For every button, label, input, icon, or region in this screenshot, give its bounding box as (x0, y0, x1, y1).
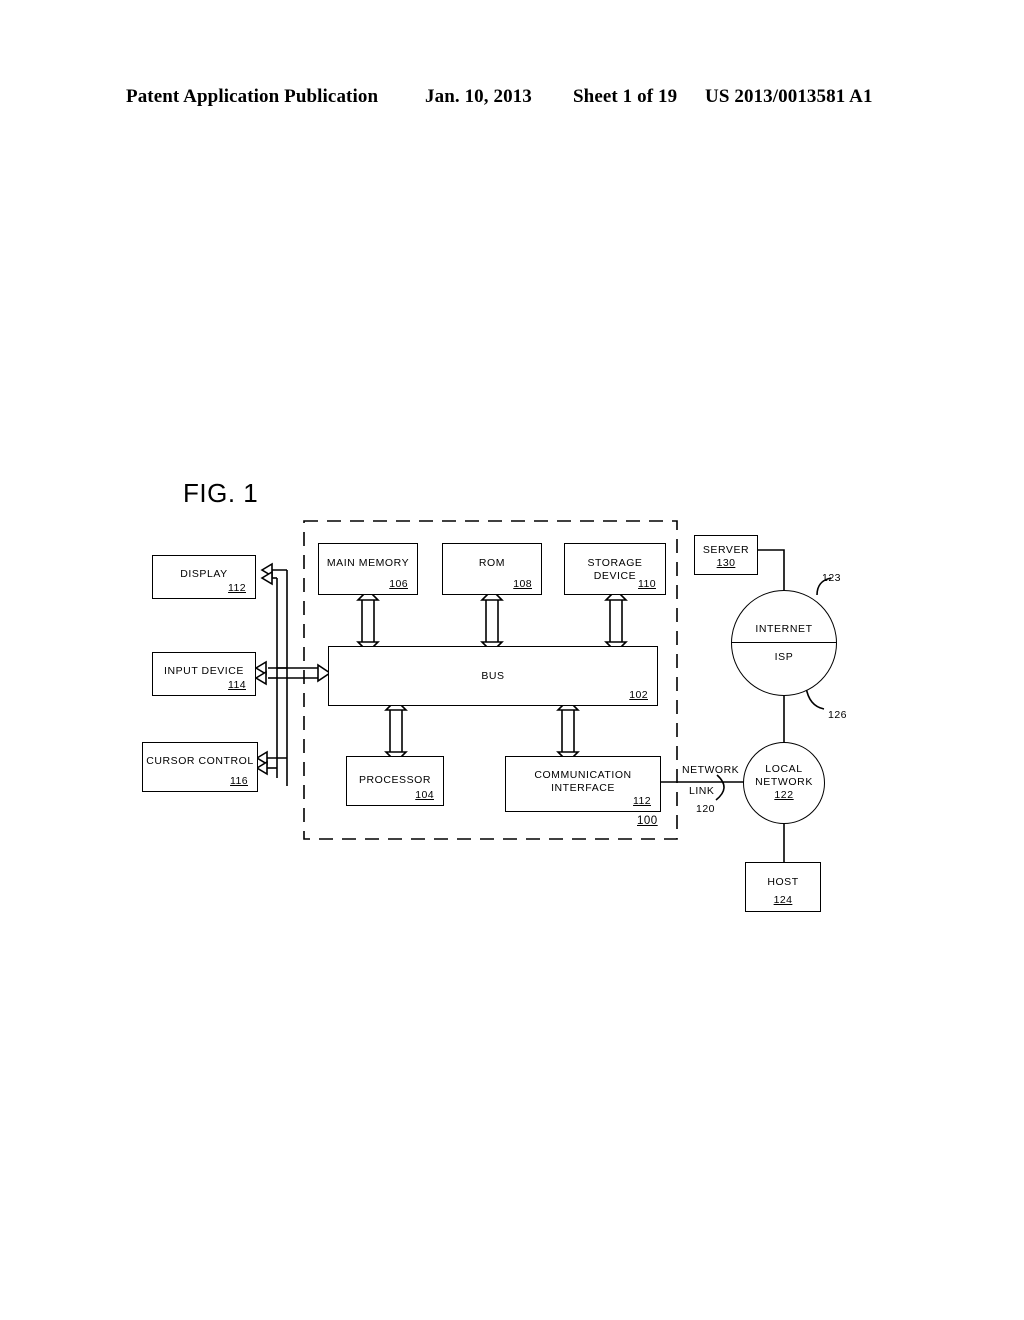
internet-ref-123: 123 (822, 572, 842, 584)
box-host: HOST 124 (745, 862, 821, 912)
box-server: SERVER 130 (694, 535, 758, 575)
box-display-ref: 112 (228, 582, 246, 594)
box-storage-device-ref: 110 (638, 578, 656, 590)
box-display: DISPLAY 112 (152, 555, 256, 599)
box-host-ref: 124 (773, 894, 793, 906)
network-link-ref-120: 120 (696, 803, 716, 815)
figure-title: FIG. 1 (183, 478, 259, 508)
box-rom: ROM 108 (442, 543, 542, 595)
box-communication-interface-label-line2: INTERFACE (551, 782, 615, 794)
box-input-device-label: INPUT DEVICE (164, 665, 244, 677)
box-processor-label: PROCESSOR (358, 774, 432, 786)
box-bus-label: BUS (481, 670, 505, 682)
box-bus: BUS 102 (328, 646, 658, 706)
box-input-device: INPUT DEVICE 114 (152, 652, 256, 696)
circle-isp-label: ISP (774, 651, 794, 663)
box-storage-device: STORAGE DEVICE 110 (564, 543, 666, 595)
internet-ref-126: 126 (828, 709, 848, 721)
system-ref-100: 100 (637, 815, 658, 827)
internet-isp-divider (732, 642, 836, 643)
network-link-label-top: NETWORK (682, 764, 740, 776)
circle-internet-isp: INTERNET ISP (731, 590, 837, 696)
box-rom-ref: 108 (513, 578, 532, 590)
box-processor-ref: 104 (415, 789, 434, 801)
circle-local-network-label-line1: LOCAL (765, 763, 803, 775)
circle-local-network: LOCAL NETWORK 122 (743, 742, 825, 824)
box-rom-label: ROM (478, 557, 506, 569)
circle-internet-label: INTERNET (755, 623, 813, 635)
network-link-label-bottom: LINK (689, 785, 715, 797)
box-cursor-control-ref: 116 (230, 775, 248, 787)
circle-local-network-label-line2: NETWORK (755, 776, 813, 788)
box-main-memory-label: MAIN MEMORY (326, 557, 410, 569)
box-communication-interface: COMMUNICATION INTERFACE 112 (505, 756, 661, 812)
circle-local-network-ref: 122 (774, 789, 794, 801)
box-cursor-control-label: CURSOR CONTROL (146, 755, 254, 767)
box-main-memory: MAIN MEMORY 106 (318, 543, 418, 595)
patent-figure: FIG. 1 100 DISPLAY 112 INPUT DEVICE 114 … (0, 0, 1024, 1320)
server-to-internet-line (757, 549, 785, 590)
box-host-label: HOST (767, 876, 799, 888)
box-communication-interface-ref: 112 (633, 795, 651, 807)
ref-126-leader (805, 686, 825, 710)
box-server-ref: 130 (716, 557, 736, 569)
box-communication-interface-label-line1: COMMUNICATION (534, 769, 632, 781)
box-bus-ref: 102 (629, 689, 648, 701)
box-input-device-ref: 114 (228, 679, 246, 691)
network-link-leader (715, 774, 725, 801)
box-main-memory-ref: 106 (389, 578, 408, 590)
box-server-label: SERVER (702, 544, 750, 556)
box-cursor-control: CURSOR CONTROL 116 (142, 742, 258, 792)
box-display-label: DISPLAY (180, 568, 228, 580)
box-processor: PROCESSOR 104 (346, 756, 444, 806)
